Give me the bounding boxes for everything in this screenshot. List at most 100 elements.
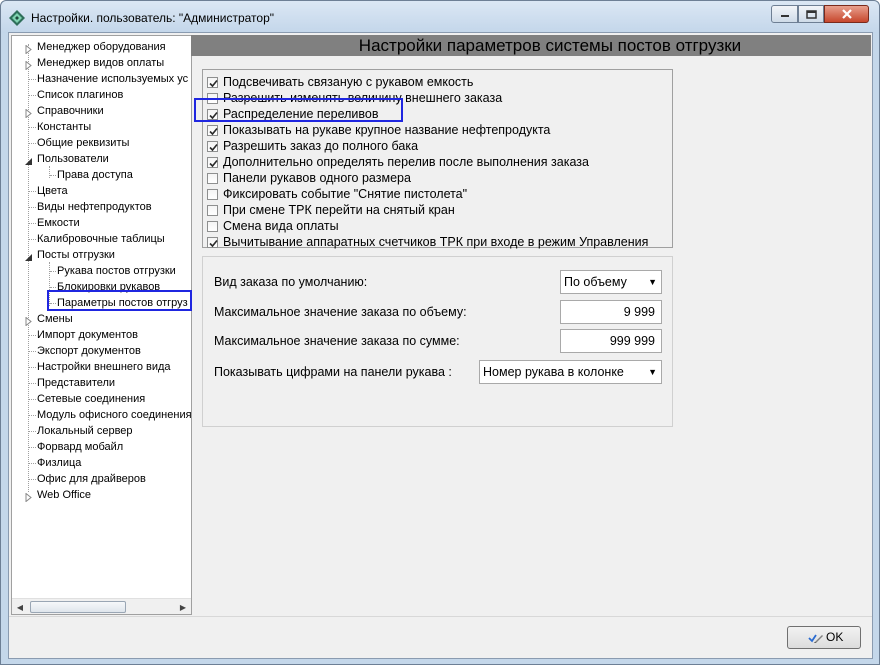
scroll-right-arrow-icon[interactable]: ▶ — [175, 599, 191, 614]
checkbox[interactable] — [207, 237, 218, 248]
checkbox-label: Дополнительно определять перелив после в… — [223, 155, 589, 169]
check-pencil-icon — [808, 634, 823, 643]
tree-item[interactable]: Импорт документов — [12, 327, 190, 343]
close-button[interactable] — [824, 5, 869, 23]
title-bar[interactable]: Настройки. пользователь: "Администратор" — [1, 1, 879, 33]
tree-connector — [29, 143, 36, 144]
max-volume-input[interactable]: 9 999 — [560, 300, 662, 324]
tree-item[interactable]: Представители — [12, 375, 190, 391]
tree-item[interactable]: Назначение используемых ус — [12, 71, 190, 87]
tree-item[interactable]: Web Office — [12, 487, 190, 503]
tree-item[interactable]: Калибровочные таблицы — [12, 231, 190, 247]
tree-item-label: Посты отгрузки — [37, 249, 115, 261]
checkbox[interactable] — [207, 77, 218, 88]
expand-triangle-icon[interactable] — [24, 315, 33, 327]
option-checkbox-row[interactable]: Панели рукавов одного размера — [207, 170, 672, 186]
checkbox[interactable] — [207, 173, 218, 184]
tree-item[interactable]: Офис для драйверов — [12, 471, 190, 487]
option-checkbox-row[interactable]: Смена вида оплаты — [207, 218, 672, 234]
tree-connector — [29, 463, 36, 464]
tree-item-label: Web Office — [37, 489, 92, 501]
tree-item[interactable]: Список плагинов — [12, 87, 190, 103]
tree-connector — [29, 127, 36, 128]
option-checkbox-row[interactable]: При смене ТРК перейти на снятый кран — [207, 202, 672, 218]
tree-item[interactable]: Емкости — [12, 215, 190, 231]
max-sum-input[interactable]: 999 999 — [560, 329, 662, 353]
tree-item-label: Смены — [37, 313, 73, 325]
tree-connector — [29, 351, 36, 352]
tree-item[interactable]: Цвета — [12, 183, 190, 199]
tree-item-label: Пользователи — [37, 153, 109, 165]
option-checkbox-row[interactable]: Разрешить заказ до полного бака — [207, 138, 672, 154]
option-checkbox-row[interactable]: Показывать на рукаве крупное название не… — [207, 122, 672, 138]
tree-item[interactable]: Виды нефтепродуктов — [12, 199, 190, 215]
tree-connector — [29, 95, 36, 96]
digits-display-label: Показывать цифрами на панели рукава : — [214, 365, 452, 379]
scroll-thumb[interactable] — [30, 601, 126, 613]
tree-item-label: Цвета — [37, 185, 68, 197]
option-checkbox-row[interactable]: Подсвечивать связаную с рукавом емкость — [207, 74, 672, 90]
tree-item[interactable]: Менеджер видов оплаты — [12, 55, 190, 71]
highlight-box-distribution-option — [194, 98, 403, 122]
checkbox-label: Фиксировать событие "Снятие пистолета" — [223, 187, 468, 201]
tree-item[interactable]: Физлица — [12, 455, 190, 471]
tree-item[interactable]: Смены — [12, 311, 190, 327]
tree-item[interactable]: Локальный сервер — [12, 423, 190, 439]
scroll-left-arrow-icon[interactable]: ◀ — [12, 599, 28, 614]
tree-connector — [50, 287, 56, 288]
tree-item-label: Справочники — [37, 105, 104, 117]
tree-item[interactable]: Форвард мобайл — [12, 439, 190, 455]
tree-item-label: Виды нефтепродуктов — [37, 201, 152, 213]
checkbox[interactable] — [207, 157, 218, 168]
settings-tree[interactable]: Менеджер оборудования Менеджер видов опла… — [11, 35, 192, 615]
tree-item[interactable]: Настройки внешнего вида — [12, 359, 190, 375]
tree-item[interactable]: Посты отгрузки — [12, 247, 190, 263]
panel-header: Настройки параметров системы постов отгр… — [191, 35, 871, 56]
tree-item-label: Импорт документов — [37, 329, 138, 341]
ok-label: OK — [826, 630, 844, 644]
tree-item[interactable]: Пользователи — [12, 151, 190, 167]
tree-item[interactable]: Права доступа — [12, 167, 190, 183]
option-checkbox-row[interactable]: Фиксировать событие "Снятие пистолета" — [207, 186, 672, 202]
checkbox-label: Панели рукавов одного размера — [223, 171, 411, 185]
tree-item[interactable]: Общие реквизиты — [12, 135, 190, 151]
expand-triangle-icon[interactable] — [24, 59, 33, 71]
order-type-select[interactable]: По объему ▼ — [560, 270, 662, 294]
maximize-button[interactable] — [798, 5, 824, 23]
maximize-icon — [805, 9, 817, 19]
tree-item[interactable]: Сетевые соединения — [12, 391, 190, 407]
option-checkbox-row[interactable]: Дополнительно определять перелив после в… — [207, 154, 672, 170]
tree-item[interactable]: Рукава постов отгрузки — [12, 263, 190, 279]
checkmark-icon — [209, 127, 218, 136]
collapse-triangle-icon[interactable] — [24, 251, 33, 261]
minimize-button[interactable] — [771, 5, 798, 23]
checkbox[interactable] — [207, 221, 218, 232]
tree-item[interactable]: Модуль офисного соединения — [12, 407, 191, 423]
ok-button[interactable]: OK — [787, 626, 861, 649]
digits-display-select[interactable]: Номер рукава в колонке ▼ — [479, 360, 662, 384]
tree-item[interactable]: Константы — [12, 119, 190, 135]
collapse-triangle-icon[interactable] — [24, 155, 33, 165]
checkbox[interactable] — [207, 189, 218, 200]
tree-item-label: Представители — [37, 377, 116, 389]
tree-horizontal-scrollbar[interactable]: ◀ ▶ — [12, 598, 191, 614]
tree-connector — [29, 335, 36, 336]
option-checkbox-row[interactable]: Вычитывание аппаратных счетчиков ТРК при… — [207, 234, 672, 250]
tree-item-label: Список плагинов — [37, 89, 124, 101]
checkbox[interactable] — [207, 141, 218, 152]
tree-item[interactable]: Менеджер оборудования — [12, 39, 190, 55]
checkbox[interactable] — [207, 125, 218, 136]
tree-item-label: Экспорт документов — [37, 345, 141, 357]
tree-item[interactable]: Справочники — [12, 103, 190, 119]
expand-triangle-icon[interactable] — [24, 491, 33, 503]
max-volume-label: Максимальное значение заказа по объему: — [214, 305, 467, 319]
tree-item-label: Физлица — [37, 457, 82, 469]
expand-triangle-icon[interactable] — [24, 107, 33, 119]
tree-item-label: Сетевые соединения — [37, 393, 146, 405]
settings-window: Настройки. пользователь: "Администратор"… — [0, 0, 880, 665]
tree-item-label: Назначение используемых ус — [37, 73, 189, 85]
order-type-value: По объему — [564, 275, 627, 289]
expand-triangle-icon[interactable] — [24, 43, 33, 55]
tree-item[interactable]: Экспорт документов — [12, 343, 190, 359]
checkbox[interactable] — [207, 205, 218, 216]
